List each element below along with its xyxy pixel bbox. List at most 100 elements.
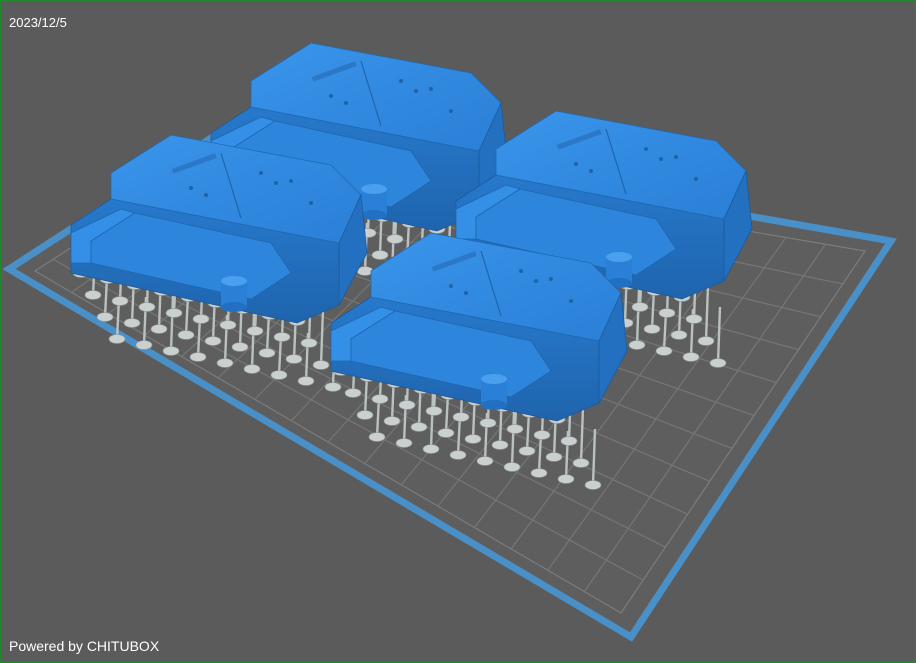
support-base	[658, 308, 676, 318]
support-base	[189, 352, 207, 362]
model-hole	[189, 186, 193, 190]
support-base	[162, 346, 180, 356]
support-base	[371, 250, 389, 260]
model-hole	[309, 201, 313, 205]
model-hole	[429, 87, 433, 91]
support-base	[246, 326, 264, 336]
model-hole	[589, 169, 593, 173]
support-base	[709, 358, 727, 368]
model-hole	[414, 89, 418, 93]
build-plate-scene[interactable]	[1, 1, 915, 662]
model-cylinder-base	[361, 210, 387, 220]
support-base	[670, 330, 688, 340]
support-base	[395, 438, 413, 448]
model-hole	[329, 94, 333, 98]
support-base	[533, 430, 551, 440]
support-base	[518, 446, 536, 456]
support-base	[273, 332, 291, 342]
support-base	[300, 338, 318, 348]
support-base	[410, 422, 428, 432]
support-base	[628, 340, 646, 350]
support-base	[631, 302, 649, 312]
support-base	[111, 296, 129, 306]
model-hole	[519, 269, 523, 273]
model-hole	[449, 284, 453, 288]
model-hole	[289, 179, 293, 183]
model-hole	[344, 101, 348, 105]
support-base	[204, 336, 222, 346]
support-base	[371, 394, 389, 404]
support-base	[425, 406, 443, 416]
support-base	[165, 308, 183, 318]
support-base	[422, 444, 440, 454]
model-cylinder-base	[221, 302, 247, 312]
support-base	[545, 452, 563, 462]
support-base	[312, 360, 330, 370]
model-hole	[274, 181, 278, 185]
support-base	[386, 234, 404, 244]
support-base	[506, 424, 524, 434]
model-hole	[694, 177, 698, 181]
support-base	[557, 474, 575, 484]
support-base	[383, 416, 401, 426]
support-base	[138, 302, 156, 312]
support-base	[84, 290, 102, 300]
support-base	[449, 450, 467, 460]
support-base	[368, 432, 386, 442]
chitubox-viewport-frame: 2023/12/5 Powered by CHITUBOX	[1, 1, 915, 662]
support-base	[219, 320, 237, 330]
support-base	[697, 336, 715, 346]
model-hole	[549, 277, 553, 281]
model-hole	[464, 291, 468, 295]
support-base	[356, 410, 374, 420]
support-base	[270, 370, 288, 380]
model-cylinder-top	[221, 276, 247, 286]
support-base	[177, 330, 195, 340]
support-base	[655, 346, 673, 356]
model-hole	[574, 162, 578, 166]
support-base	[150, 324, 168, 334]
support-base	[258, 348, 276, 358]
support-base	[243, 364, 261, 374]
model-hole	[399, 79, 403, 83]
model-hole	[449, 109, 453, 113]
support-base	[297, 376, 315, 386]
model-hole	[644, 147, 648, 151]
powered-by-label: Powered by CHITUBOX	[9, 638, 160, 654]
support-base	[643, 324, 661, 334]
model-cylinder-top	[481, 374, 507, 384]
support-base	[584, 480, 602, 490]
support-base	[216, 358, 234, 368]
support-base	[324, 382, 342, 392]
support-base	[192, 314, 210, 324]
support-base	[530, 468, 548, 478]
support-base	[231, 342, 249, 352]
support-base	[108, 334, 126, 344]
support-base	[479, 418, 497, 428]
support-base	[476, 456, 494, 466]
model-hole	[534, 279, 538, 283]
support-base	[135, 340, 153, 350]
support-base	[682, 352, 700, 362]
model-cylinder-top	[606, 252, 632, 262]
support-base	[560, 436, 578, 446]
support-base	[285, 354, 303, 364]
support-base	[96, 312, 114, 322]
model-hole	[569, 299, 573, 303]
date-label: 2023/12/5	[9, 15, 67, 30]
model-hole	[259, 171, 263, 175]
model-hole	[659, 157, 663, 161]
support-base	[344, 388, 362, 398]
3d-viewport[interactable]: 2023/12/5 Powered by CHITUBOX	[1, 1, 915, 662]
support-base	[503, 462, 521, 472]
model-hole	[204, 193, 208, 197]
support-base	[491, 440, 509, 450]
model-cylinder-top	[361, 184, 387, 194]
support-base	[437, 428, 455, 438]
support-base	[123, 318, 141, 328]
model-cylinder-base	[481, 400, 507, 410]
support-base	[398, 400, 416, 410]
support-base	[685, 314, 703, 324]
support-base	[572, 458, 590, 468]
model-hole	[674, 155, 678, 159]
